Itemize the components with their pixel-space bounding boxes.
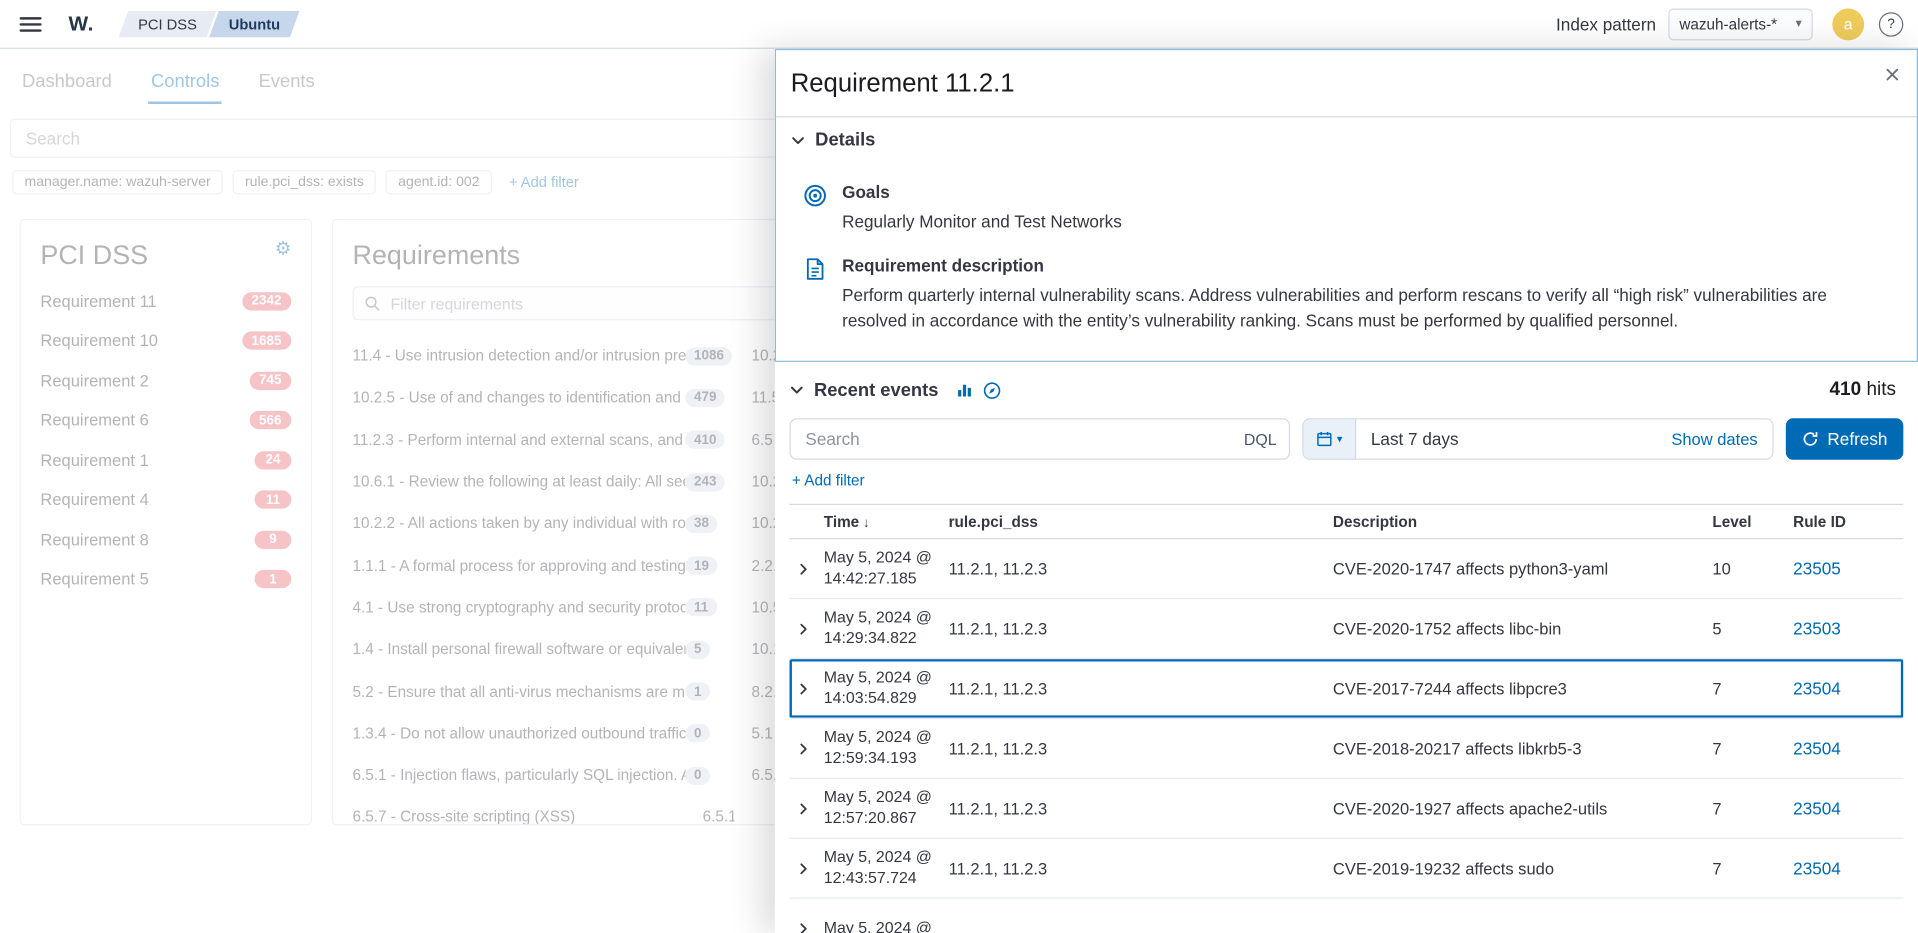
breadcrumb-ubuntu[interactable]: Ubuntu xyxy=(209,10,300,37)
requirement-description-text: Perform quarterly internal vulnerability… xyxy=(842,283,1887,333)
expand-row-icon[interactable] xyxy=(789,742,823,755)
column-header-pci[interactable]: rule.pci_dss xyxy=(949,513,1333,530)
expand-row-icon[interactable] xyxy=(789,562,823,575)
rule-id-link[interactable]: 23503 xyxy=(1793,619,1903,639)
flyout-title: Requirement 11.2.1 xyxy=(776,50,1917,116)
time-range-value[interactable]: Last 7 days xyxy=(1356,429,1473,449)
column-header-rule-id[interactable]: Rule ID xyxy=(1793,513,1903,530)
sort-desc-icon: ↓ xyxy=(863,515,870,530)
rule-id-link[interactable]: 23504 xyxy=(1793,798,1903,818)
expand-row-icon[interactable] xyxy=(789,682,823,695)
index-pattern-select[interactable]: wazuh-alerts-* ▾ xyxy=(1668,8,1812,40)
goals-bullseye-icon xyxy=(803,182,827,234)
table-row[interactable]: May 5, 2024 @ 14:42:27.185 11.2.1, 11.2.… xyxy=(789,539,1903,599)
goals-block: Goals Regularly Monitor and Test Network… xyxy=(803,182,1887,234)
avatar[interactable]: a xyxy=(1832,8,1864,40)
rule-id-link[interactable]: 23505 xyxy=(1793,559,1903,579)
expand-row-icon[interactable] xyxy=(789,861,823,874)
expand-row-icon[interactable] xyxy=(789,802,823,815)
close-icon[interactable] xyxy=(1879,61,1906,88)
recent-events-title: Recent events xyxy=(814,380,939,401)
table-row[interactable]: May 5, 2024 @ 14:29:34.822 11.2.1, 11.2.… xyxy=(789,599,1903,659)
top-navigation-bar: W. PCI DSS Ubuntu Index pattern wazuh-al… xyxy=(0,0,1918,49)
events-table: Time↓ rule.pci_dss Description Level Rul… xyxy=(789,504,1903,933)
requirement-description-block: Requirement description Perform quarterl… xyxy=(803,256,1887,333)
calendar-icon[interactable]: ▾ xyxy=(1304,419,1357,458)
table-row[interactable]: May 5, 2024 @ 12:43:57.724 11.2.1, 11.2.… xyxy=(789,839,1903,899)
table-row[interactable]: May 5, 2024 @ 12:57:20.867 11.2.1, 11.2.… xyxy=(789,779,1903,839)
goals-title: Goals xyxy=(842,182,1122,202)
chevron-down-icon xyxy=(791,133,806,148)
index-pattern-value: wazuh-alerts-* xyxy=(1679,15,1777,32)
chevron-down-icon xyxy=(789,383,804,398)
events-search-bar: DQL xyxy=(789,418,1290,460)
table-row-selected[interactable]: May 5, 2024 @ 14:03:54.829 11.2.1, 11.2.… xyxy=(789,659,1903,719)
screen: W. PCI DSS Ubuntu Index pattern wazuh-al… xyxy=(0,0,1918,933)
table-row[interactable]: May 5, 2024 @ xyxy=(789,899,1903,933)
flyout-details-box: Requirement 11.2.1 Details Goals Regular… xyxy=(775,49,1918,362)
breadcrumb: PCI DSS Ubuntu xyxy=(119,10,300,37)
visualize-icon[interactable] xyxy=(956,382,973,399)
expand-row-icon[interactable] xyxy=(789,921,823,933)
column-header-level[interactable]: Level xyxy=(1712,513,1793,530)
refresh-icon xyxy=(1802,430,1819,447)
column-header-time[interactable]: Time↓ xyxy=(824,513,949,530)
rule-id-link[interactable]: 23504 xyxy=(1793,679,1903,699)
add-filter-button[interactable]: + Add filter xyxy=(775,460,1918,492)
chevron-down-icon: ▾ xyxy=(1337,432,1343,445)
events-search-controls: DQL ▾ Last 7 days Show dates Refresh xyxy=(775,411,1918,460)
chevron-down-icon: ▾ xyxy=(1796,17,1802,30)
help-icon[interactable]: ? xyxy=(1879,12,1903,36)
requirement-description-title: Requirement description xyxy=(842,256,1887,276)
table-row[interactable]: May 5, 2024 @ 12:59:34.193 11.2.1, 11.2.… xyxy=(789,719,1903,779)
rule-id-link[interactable]: 23504 xyxy=(1793,858,1903,878)
show-dates-button[interactable]: Show dates xyxy=(1671,430,1772,448)
table-header: Time↓ rule.pci_dss Description Level Rul… xyxy=(789,504,1903,539)
query-language-selector[interactable]: DQL xyxy=(1234,430,1277,448)
requirement-flyout: Requirement 11.2.1 Details Goals Regular… xyxy=(775,49,1918,933)
index-pattern-label: Index pattern xyxy=(1556,14,1656,34)
recent-events-accordion-toggle[interactable]: Recent events 410 hits xyxy=(775,362,1918,411)
hits-count: 410 hits xyxy=(1829,379,1898,401)
refresh-button[interactable]: Refresh xyxy=(1786,418,1904,460)
rule-id-link[interactable]: 23504 xyxy=(1793,739,1903,759)
column-header-description[interactable]: Description xyxy=(1333,513,1712,530)
goals-text: Regularly Monitor and Test Networks xyxy=(842,209,1122,234)
breadcrumb-pci-dss[interactable]: PCI DSS xyxy=(119,10,217,37)
expand-row-icon[interactable] xyxy=(789,622,823,635)
events-search-input[interactable] xyxy=(803,428,1234,450)
date-picker: ▾ Last 7 days Show dates xyxy=(1302,418,1773,460)
discover-icon[interactable] xyxy=(983,381,1001,399)
details-accordion-toggle[interactable]: Details xyxy=(776,117,1917,157)
document-icon xyxy=(803,256,827,333)
wazuh-logo[interactable]: W. xyxy=(69,12,95,36)
menu-icon[interactable] xyxy=(20,17,42,32)
